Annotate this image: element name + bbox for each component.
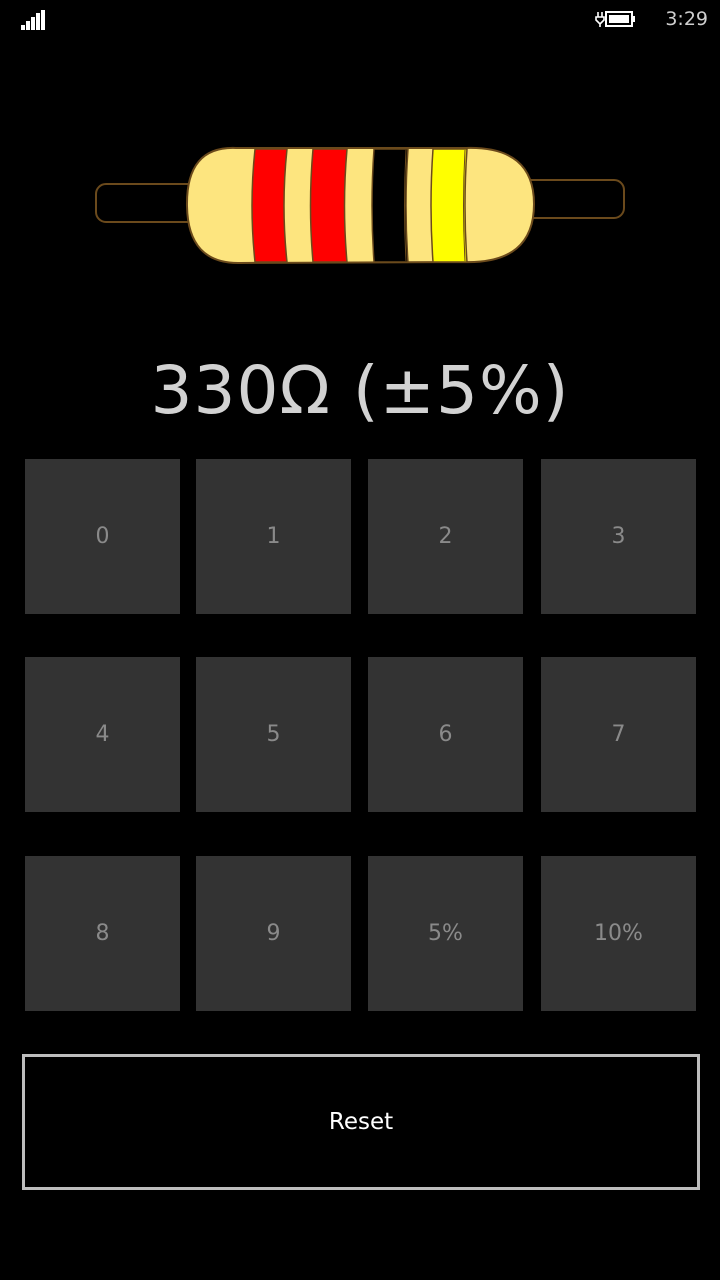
- keypad-button-0[interactable]: 0: [25, 459, 180, 614]
- battery-charging-icon: [595, 11, 635, 27]
- keypad-button-4[interactable]: 4: [25, 657, 180, 812]
- keypad-button-2[interactable]: 2: [368, 459, 523, 614]
- keypad-button-8[interactable]: 8: [25, 856, 180, 1011]
- keypad-button-label: 5: [266, 722, 281, 747]
- keypad-button-3[interactable]: 3: [541, 459, 696, 614]
- keypad-button-label: 8: [95, 921, 110, 946]
- keypad-button-label: 10%: [594, 921, 643, 946]
- keypad-button-label: 9: [266, 921, 281, 946]
- keypad-button-6[interactable]: 6: [368, 657, 523, 812]
- reset-button[interactable]: Reset: [22, 1054, 700, 1190]
- keypad-button-label: 2: [438, 524, 453, 549]
- tolerance-button-10-percent[interactable]: 10%: [541, 856, 696, 1011]
- tolerance-button-5-percent[interactable]: 5%: [368, 856, 523, 1011]
- resistor-band-1: [251, 148, 288, 263]
- keypad-button-label: 3: [611, 524, 626, 549]
- keypad-button-label: 0: [95, 524, 110, 549]
- resistor-band-4: [430, 148, 468, 263]
- clock: 3:29: [665, 8, 708, 30]
- keypad-button-label: 5%: [428, 921, 463, 946]
- status-bar: 3:29: [0, 0, 720, 40]
- keypad-button-label: 4: [95, 722, 110, 747]
- keypad-button-1[interactable]: 1: [196, 459, 351, 614]
- keypad-button-label: 1: [266, 524, 281, 549]
- resistor-band-3: [371, 148, 409, 263]
- resistor-band-2: [309, 148, 348, 263]
- keypad-button-9[interactable]: 9: [196, 856, 351, 1011]
- signal-bars-icon: [21, 10, 45, 30]
- keypad-button-7[interactable]: 7: [541, 657, 696, 812]
- resistor-body: [185, 146, 536, 265]
- keypad-button-label: 6: [438, 722, 453, 747]
- resistance-value-display: 330Ω (±5%): [150, 352, 570, 429]
- keypad-button-label: 7: [611, 722, 626, 747]
- keypad-button-5[interactable]: 5: [196, 657, 351, 812]
- reset-button-label: Reset: [328, 1109, 394, 1135]
- resistor-graphic: [95, 146, 625, 265]
